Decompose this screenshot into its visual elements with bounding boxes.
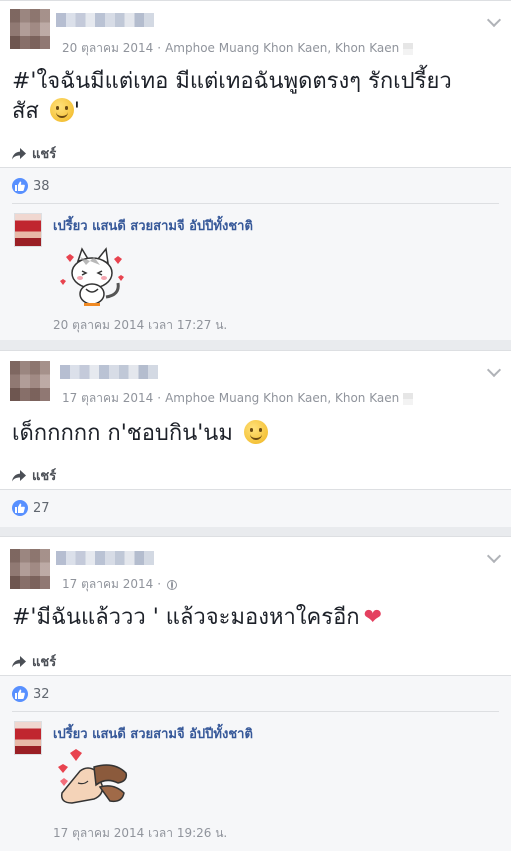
chevron-down-icon[interactable]	[486, 362, 502, 378]
post-meta: 20 ตุลาคม 2014 · Amphoe Muang Khon Kaen, K…	[62, 39, 414, 58]
post-text-line-1: #'ใจฉันมีแต่เทอ มีแต่เทอฉันพูดตรงๆ รักเป…	[12, 69, 452, 94]
like-count-value: 38	[33, 178, 50, 194]
post-text-tail: '	[73, 99, 80, 124]
post-date[interactable]: 20 ตุลาคม 2014	[62, 41, 153, 55]
commenter-name[interactable]: เปรี้ยว แสนดี สวยสามจี อัปปีทั้งชาติ	[53, 215, 253, 236]
post-date[interactable]: 17 ตุลาคม 2014	[62, 391, 153, 405]
share-button[interactable]: แชร์	[12, 465, 56, 486]
reactions-bar: 38	[0, 167, 511, 204]
globe-icon[interactable]	[167, 579, 178, 590]
post-text-line-1: #'มีฉันแล้ววว ' แล้วจะมองหาใครอีก	[12, 605, 360, 630]
chevron-down-icon[interactable]	[486, 548, 502, 564]
share-button[interactable]: แชร์	[12, 651, 56, 672]
like-count[interactable]: 27	[12, 500, 50, 516]
post-meta: 17 ตุลาคม 2014 ·	[62, 575, 178, 594]
share-label: แชร์	[32, 469, 57, 484]
post-text-line-2: สัส	[12, 99, 39, 124]
like-thumb-icon	[12, 178, 28, 194]
heart-emoji-icon: ❤	[363, 605, 383, 630]
like-count[interactable]: 32	[12, 686, 50, 702]
post-location[interactable]: Amphoe Muang Khon Kaen, Khon Kaen	[165, 41, 399, 55]
post-meta: 17 ตุลาคม 2014 · Amphoe Muang Khon Kaen, K…	[62, 389, 414, 408]
share-button[interactable]: แชร์	[12, 143, 56, 164]
hands-heart-sticker-image	[58, 749, 128, 804]
share-label: แชร์	[32, 655, 57, 670]
like-count[interactable]: 38	[12, 178, 50, 194]
smiley-emoji-icon	[49, 98, 74, 122]
cat-sticker-image	[60, 247, 124, 306]
commenter-avatar[interactable]	[14, 721, 42, 755]
post-location[interactable]: Amphoe Muang Khon Kaen, Khon Kaen	[165, 391, 399, 405]
post-2: 17 ตุลาคม 2014 · Amphoe Muang Khon Kaen, K…	[0, 350, 511, 527]
post-3: 17 ตุลาคม 2014 · #'มีฉันแล้ววว ' แล้วจะมอ…	[0, 536, 511, 851]
author-name-redacted[interactable]	[56, 13, 154, 27]
privacy-icon[interactable]	[403, 42, 414, 55]
commenter-name[interactable]: เปรี้ยว แสนดี สวยสามจี อัปปีทั้งชาติ	[53, 723, 253, 744]
author-avatar[interactable]	[10, 361, 50, 401]
share-arrow-icon	[12, 469, 26, 482]
like-thumb-icon	[12, 686, 28, 702]
smiley-emoji-icon	[243, 420, 268, 444]
post-text: เด็กกกกก ก'ชอบกิน'นม	[12, 419, 497, 449]
comment-section: เปรี้ยว แสนดี สวยสามจี อัปปีทั้งชาติ 17 …	[0, 711, 511, 851]
comment-timestamp[interactable]: 20 ตุลาคม 2014 เวลา 17:27 น.	[53, 316, 227, 335]
commenter-avatar[interactable]	[14, 213, 42, 247]
chevron-down-icon[interactable]	[486, 12, 502, 28]
post-text: #'มีฉันแล้ววว ' แล้วจะมองหาใครอีก ❤	[12, 603, 497, 633]
share-arrow-icon	[12, 147, 26, 160]
comment-section: เปรี้ยว แสนดี สวยสามจี อัปปีทั้งชาติ 20 …	[0, 203, 511, 340]
like-count-value: 27	[33, 500, 50, 516]
post-text-line-1: เด็กกกกก ก'ชอบกิน'นม	[12, 421, 233, 446]
author-name-redacted[interactable]	[60, 365, 158, 379]
share-arrow-icon	[12, 655, 26, 668]
post-1: 20 ตุลาคม 2014 · Amphoe Muang Khon Kaen, K…	[0, 0, 511, 340]
like-count-value: 32	[33, 686, 50, 702]
reactions-bar: 32	[0, 675, 511, 712]
comment-timestamp[interactable]: 17 ตุลาคม 2014 เวลา 19:26 น.	[53, 824, 227, 843]
post-date[interactable]: 17 ตุลาคม 2014	[62, 577, 153, 591]
post-text: #'ใจฉันมีแต่เทอ มีแต่เทอฉันพูดตรงๆ รักเป…	[12, 67, 497, 127]
author-avatar[interactable]	[10, 9, 50, 49]
share-label: แชร์	[32, 147, 57, 162]
privacy-icon[interactable]	[403, 392, 414, 405]
author-name-redacted[interactable]	[56, 551, 154, 565]
author-avatar[interactable]	[10, 549, 50, 589]
like-thumb-icon	[12, 500, 28, 516]
reactions-bar: 27	[0, 489, 511, 527]
